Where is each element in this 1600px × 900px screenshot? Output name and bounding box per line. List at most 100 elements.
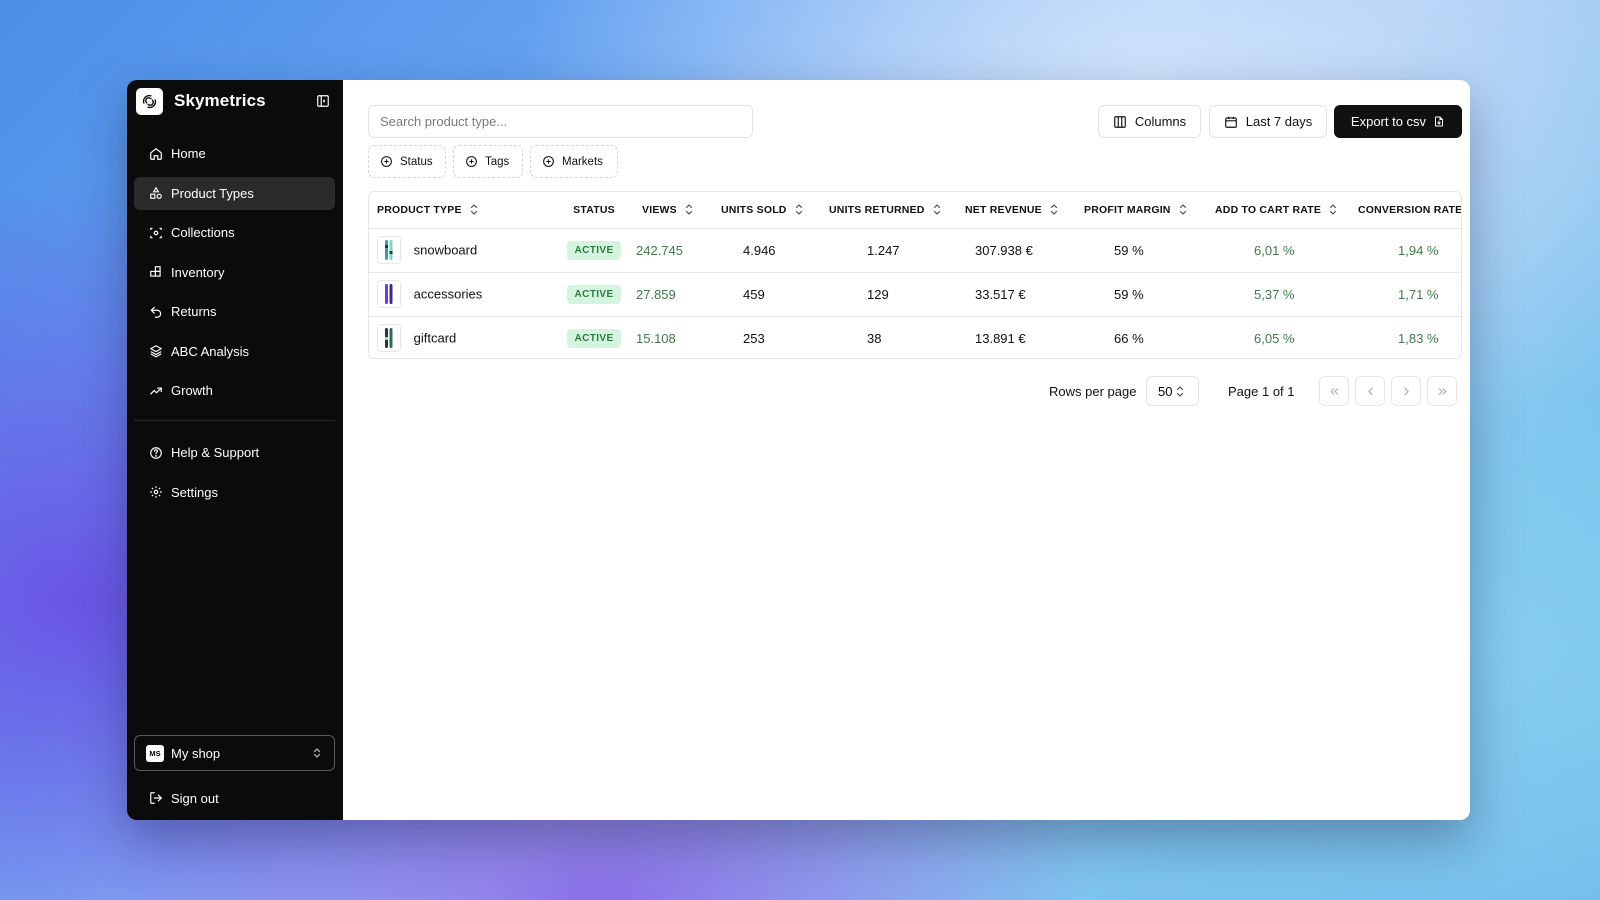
status-cell: ACTIVE bbox=[560, 272, 628, 317]
gear-icon bbox=[149, 485, 163, 499]
search-input[interactable] bbox=[368, 105, 753, 138]
rows-per-page-select[interactable]: 50 bbox=[1146, 376, 1199, 406]
sidebar-item-home[interactable]: Home bbox=[134, 137, 335, 170]
filter-label: Tags bbox=[485, 155, 510, 168]
units-sold-cell: 253 bbox=[743, 330, 765, 346]
header-add-to-cart-rate[interactable]: ADD TO CART RATE bbox=[1210, 192, 1356, 229]
sidebar-item-label: Growth bbox=[171, 383, 213, 398]
chevron-left-icon bbox=[1367, 387, 1373, 395]
sidebar-item-abc-analysis[interactable]: ABC Analysis bbox=[134, 335, 335, 368]
first-page-button[interactable] bbox=[1319, 376, 1349, 406]
columns-button[interactable]: Columns bbox=[1098, 105, 1201, 138]
plus-circle-icon bbox=[380, 155, 393, 168]
sidebar-item-label: Product Types bbox=[171, 185, 254, 201]
header-conversion-rate[interactable]: CONVERSION RATE bbox=[1356, 192, 1461, 229]
tags-filter-button[interactable]: Tags bbox=[453, 145, 523, 178]
file-download-icon bbox=[1433, 115, 1445, 128]
sign-out-button[interactable]: Sign out bbox=[134, 782, 335, 814]
header-product-type[interactable]: PRODUCT TYPE bbox=[369, 192, 560, 229]
sidebar-divider bbox=[134, 420, 335, 421]
date-range-label: Last 7 days bbox=[1245, 114, 1313, 129]
sidebar-item-collections[interactable]: Collections bbox=[134, 216, 335, 249]
sidebar-secondary-nav: Help & Support Settings bbox=[134, 436, 335, 515]
sidebar-item-label: Settings bbox=[171, 484, 218, 500]
skymetrics-logo-icon bbox=[136, 87, 163, 115]
sidebar-item-label: Returns bbox=[171, 304, 217, 319]
header-status: STATUS bbox=[560, 192, 628, 229]
add-to-cart-rate-cell: 5,37 % bbox=[1210, 272, 1356, 317]
header-units-sold[interactable]: UNITS SOLD bbox=[713, 192, 823, 229]
markets-filter-button[interactable]: Markets bbox=[530, 145, 618, 178]
net-revenue-cell: 307.938 € bbox=[959, 228, 1079, 273]
shop-avatar: MS bbox=[146, 744, 164, 762]
sidebar-item-settings[interactable]: Settings bbox=[134, 476, 335, 509]
previous-page-button[interactable] bbox=[1355, 376, 1385, 406]
shop-switcher[interactable]: MS My shop bbox=[134, 735, 335, 771]
sort-icon bbox=[1179, 204, 1186, 216]
collection-icon bbox=[149, 226, 163, 240]
trending-up-icon bbox=[149, 384, 163, 398]
table-row[interactable]: giftcard ACTIVE 15.108 253 38 13.891 € 6… bbox=[369, 316, 1461, 358]
last-page-button[interactable] bbox=[1427, 376, 1457, 406]
table-row[interactable]: snowboard ACTIVE 242.745 4.946 1.247 307… bbox=[369, 228, 1461, 273]
sidebar-item-label: Home bbox=[171, 146, 206, 161]
header-views[interactable]: VIEWS bbox=[628, 192, 713, 229]
sign-out-label: Sign out bbox=[171, 790, 219, 806]
sidebar-item-growth[interactable]: Growth bbox=[134, 374, 335, 407]
chevrons-right-icon bbox=[1438, 387, 1447, 395]
product-type-cell: giftcard bbox=[369, 316, 560, 358]
units-sold-cell: 459 bbox=[713, 272, 823, 317]
sidebar-toggle-icon[interactable] bbox=[315, 93, 331, 109]
chevrons-left-icon bbox=[1329, 387, 1338, 395]
sidebar-item-inventory[interactable]: Inventory bbox=[134, 256, 335, 289]
giftcard-thumbnail-icon bbox=[377, 324, 401, 353]
date-range-button[interactable]: Last 7 days bbox=[1209, 105, 1327, 138]
profit-margin-cell: 59 % bbox=[1079, 228, 1210, 273]
boxes-icon bbox=[149, 265, 163, 279]
layers-icon bbox=[149, 344, 163, 358]
header-net-revenue[interactable]: NET REVENUE bbox=[959, 192, 1079, 229]
sort-icon bbox=[470, 204, 477, 216]
sidebar-item-help-support[interactable]: Help & Support bbox=[134, 436, 335, 469]
status-badge: ACTIVE bbox=[567, 328, 621, 348]
header-profit-margin[interactable]: PROFIT MARGIN bbox=[1079, 192, 1210, 229]
export-label: Export to csv bbox=[1350, 114, 1427, 129]
next-page-button[interactable] bbox=[1391, 376, 1421, 406]
conversion-rate-cell: 1,83 % bbox=[1398, 330, 1439, 346]
brand[interactable]: Skymetrics bbox=[136, 87, 336, 115]
conversion-rate-cell: 1,71 % bbox=[1356, 272, 1461, 317]
table-header-row: PRODUCT TYPE STATUS VIEWS UNITS SOLD UNI… bbox=[369, 192, 1461, 229]
status-badge: ACTIVE bbox=[567, 240, 621, 260]
units-returned-cell: 129 bbox=[823, 272, 959, 317]
snowboard-thumbnail-icon bbox=[377, 236, 401, 264]
profit-margin-cell: 66 % bbox=[1114, 330, 1144, 346]
status-cell: ACTIVE bbox=[560, 228, 628, 273]
product-types-table: PRODUCT TYPE STATUS VIEWS UNITS SOLD UNI… bbox=[368, 191, 1462, 359]
accessories-thumbnail-icon bbox=[377, 280, 401, 308]
chevron-up-down-icon bbox=[312, 747, 322, 762]
sidebar-item-label: Collections bbox=[171, 225, 235, 240]
sort-icon bbox=[1330, 204, 1337, 216]
header-units-returned[interactable]: UNITS RETURNED bbox=[823, 192, 959, 229]
views-cell: 27.859 bbox=[628, 272, 713, 317]
sidebar-item-product-types[interactable]: Product Types bbox=[134, 176, 335, 210]
status-badge: ACTIVE bbox=[567, 284, 621, 304]
shapes-icon bbox=[149, 186, 163, 200]
status-filter-button[interactable]: Status bbox=[368, 145, 446, 178]
add-to-cart-rate-cell: 6,01 % bbox=[1210, 228, 1356, 273]
views-cell: 15.108 bbox=[636, 330, 676, 346]
units-returned-cell: 1.247 bbox=[823, 228, 959, 273]
rows-per-page-value: 50 bbox=[1158, 383, 1173, 399]
product-type-cell: snowboard bbox=[369, 228, 560, 273]
sort-icon bbox=[685, 204, 692, 216]
undo-icon bbox=[149, 305, 163, 319]
views-cell: 242.745 bbox=[628, 228, 713, 273]
export-csv-button[interactable]: Export to csv bbox=[1334, 105, 1462, 138]
sidebar-item-returns[interactable]: Returns bbox=[134, 295, 335, 328]
net-revenue-cell: 33.517 € bbox=[959, 272, 1079, 317]
product-type-cell: accessories bbox=[369, 272, 560, 317]
sidebar-item-label: Help & Support bbox=[171, 445, 260, 460]
table-row[interactable]: accessories ACTIVE 27.859 459 129 33.517… bbox=[369, 272, 1461, 317]
sort-icon bbox=[933, 204, 940, 216]
sidebar: Skymetrics Home Product Types Collection… bbox=[127, 80, 343, 820]
